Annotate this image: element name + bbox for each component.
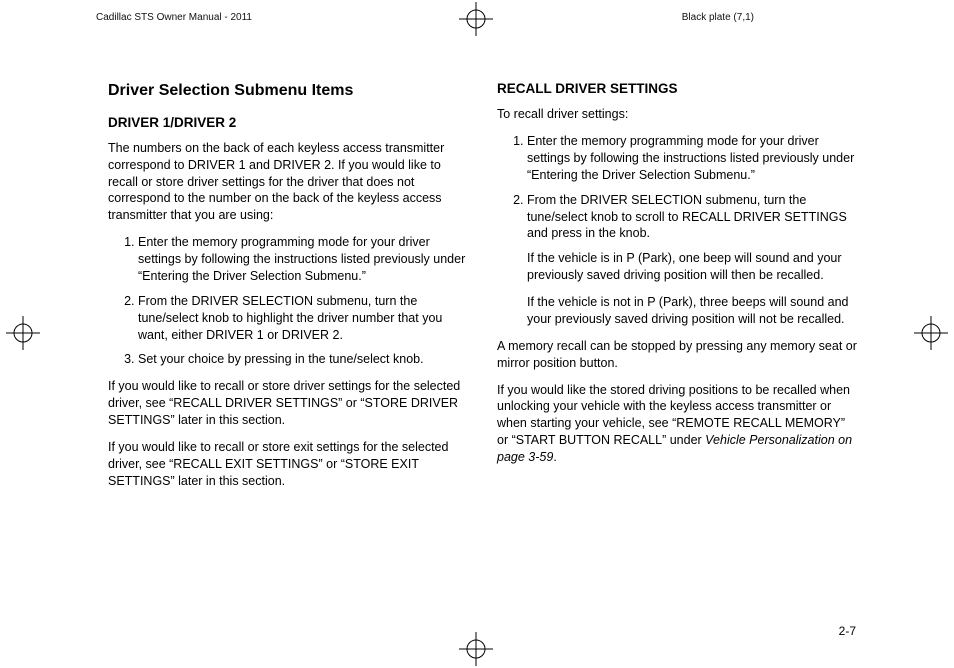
- paragraph-text: .: [553, 450, 556, 464]
- paragraph: The numbers on the back of each keyless …: [108, 140, 469, 224]
- registration-mark-bottom: [459, 632, 493, 666]
- header-left-text: Cadillac STS Owner Manual - 2011: [96, 12, 252, 23]
- header-right-text: Black plate (7,1): [682, 12, 754, 23]
- left-column: Driver Selection Submenu Items DRIVER 1/…: [108, 80, 469, 500]
- section-heading: Driver Selection Submenu Items: [108, 80, 469, 102]
- step-list: Enter the memory programming mode for yo…: [497, 133, 858, 328]
- step-item: Enter the memory programming mode for yo…: [527, 133, 858, 184]
- right-column: RECALL DRIVER SETTINGS To recall driver …: [497, 80, 858, 500]
- step-note: If the vehicle is in P (Park), one beep …: [527, 250, 858, 284]
- paragraph: If you would like to recall or store dri…: [108, 378, 469, 429]
- paragraph: A memory recall can be stopped by pressi…: [497, 338, 858, 372]
- subsection-heading-recall: RECALL DRIVER SETTINGS: [497, 80, 858, 98]
- paragraph: If you would like to recall or store exi…: [108, 439, 469, 490]
- step-item: Enter the memory programming mode for yo…: [138, 234, 469, 285]
- subsection-heading-driver12: DRIVER 1/DRIVER 2: [108, 114, 469, 132]
- step-text: From the DRIVER SELECTION submenu, turn …: [527, 193, 847, 241]
- step-item: From the DRIVER SELECTION submenu, turn …: [527, 192, 858, 328]
- step-note: If the vehicle is not in P (Park), three…: [527, 294, 858, 328]
- content-area: Driver Selection Submenu Items DRIVER 1/…: [108, 80, 858, 500]
- step-list: Enter the memory programming mode for yo…: [108, 234, 469, 368]
- step-item: From the DRIVER SELECTION submenu, turn …: [138, 293, 469, 344]
- page-number: 2-7: [839, 624, 856, 638]
- paragraph: To recall driver settings:: [497, 106, 858, 123]
- registration-mark-right: [914, 316, 948, 350]
- paragraph: If you would like the stored driving pos…: [497, 382, 858, 466]
- step-item: Set your choice by pressing in the tune/…: [138, 351, 469, 368]
- registration-mark-left: [6, 316, 40, 350]
- manual-page: Cadillac STS Owner Manual - 2011 Black p…: [0, 0, 954, 668]
- registration-mark-top: [459, 2, 493, 36]
